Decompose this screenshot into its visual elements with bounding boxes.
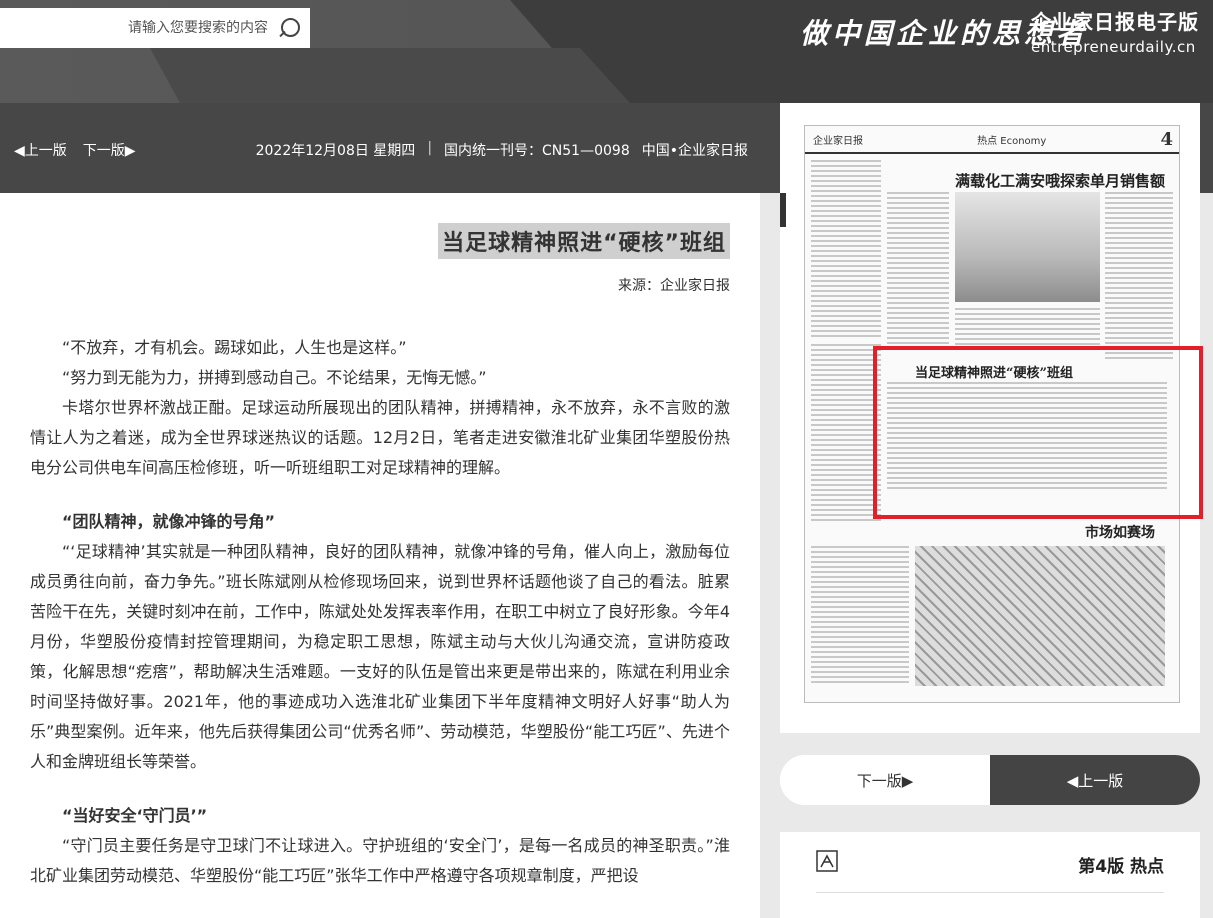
thumb-headline-bottom: 市场如赛场 bbox=[1085, 525, 1155, 541]
thumb-photo-factory bbox=[955, 192, 1100, 302]
article-body: “不放弃，才有机会。踢球如此，人生也是这样。” “努力到无能为力，拼搏到感动自己… bbox=[30, 333, 730, 891]
thumb-text-column bbox=[811, 160, 881, 340]
search-box bbox=[0, 8, 310, 48]
thumb-section-name: 热点 Economy bbox=[977, 135, 1047, 147]
edition-nav: ◀上一版 下一版▶ bbox=[14, 140, 136, 160]
thumb-masthead-title: 企业家日报 bbox=[813, 135, 863, 147]
brand-logo[interactable]: 企业家日报电子版 entrepreneurdaily.cn bbox=[1031, 6, 1199, 56]
article-title: 当足球精神照进“硬核”班组 bbox=[438, 223, 730, 259]
publication-date: 2022年12月08日 星期四 bbox=[255, 143, 416, 159]
search-icon[interactable] bbox=[278, 16, 302, 40]
meta-separator: | bbox=[427, 140, 433, 156]
thumb-page-number: 4 bbox=[1160, 128, 1173, 150]
section-list-card: 第4版 热点 bbox=[780, 832, 1200, 918]
thumb-text-column bbox=[887, 192, 949, 352]
issn-number: 国内统一刊号：CN51—0098 bbox=[444, 143, 630, 159]
section-heading: “当好安全‘守门员’” bbox=[62, 806, 208, 825]
page-pager: 下一版▶ ◀上一版 bbox=[780, 755, 1200, 805]
prev-edition-link[interactable]: ◀上一版 bbox=[14, 140, 67, 160]
article-source: 来源：企业家日报 bbox=[618, 278, 730, 294]
thumb-text-column bbox=[1105, 192, 1173, 362]
thumb-text-column bbox=[811, 344, 881, 524]
article-paragraph: “守门员主要任务是守卫球门不让球进入。守护班组的‘安全门’，是每一名成员的神圣职… bbox=[30, 836, 730, 885]
section-divider bbox=[816, 892, 1164, 893]
current-section-label[interactable]: 第4版 热点 bbox=[1078, 852, 1164, 877]
article-paragraph: “不放弃，才有机会。踢球如此，人生也是这样。” bbox=[62, 338, 407, 357]
next-page-button[interactable]: 下一版▶ bbox=[780, 755, 990, 805]
site-header: 做中国企业的思想者 企业家日报电子版 entrepreneurdaily.cn bbox=[0, 0, 1213, 103]
article-paragraph: “‘足球精神’其实就是一种团队精神，良好的团队精神，就像冲锋的号角，催人向上，激… bbox=[30, 542, 730, 771]
thumb-text-column bbox=[811, 546, 909, 686]
pdf-icon[interactable] bbox=[816, 850, 838, 872]
thumb-photo-workers bbox=[915, 546, 1165, 686]
article-paragraph: “努力到无能为力，拼搏到感动自己。不论结果，无悔无憾。” bbox=[62, 368, 487, 387]
edition-meta: 2022年12月08日 星期四 | 国内统一刊号：CN51—0098 中国•企业… bbox=[256, 140, 748, 160]
article-panel: 当足球精神照进“硬核”班组 来源：企业家日报 “不放弃，才有机会。踢球如此，人生… bbox=[0, 193, 760, 918]
thumb-masthead: 企业家日报 热点 Economy 4 bbox=[805, 126, 1179, 154]
section-heading: “团队精神，就像冲锋的号角” bbox=[62, 512, 276, 531]
search-input[interactable] bbox=[18, 20, 268, 36]
brand-domain: entrepreneurdaily.cn bbox=[1031, 38, 1196, 56]
thumb-side-marker bbox=[780, 193, 786, 227]
publisher-name: 中国•企业家日报 bbox=[641, 143, 748, 159]
prev-page-button[interactable]: ◀上一版 bbox=[990, 755, 1200, 805]
edition-info-bar: ◀上一版 下一版▶ 2022年12月08日 星期四 | 国内统一刊号：CN51—… bbox=[0, 103, 760, 193]
article-paragraph: 卡塔尔世界杯激战正酣。足球运动所展现出的团队精神，拼搏精神，永不放弃，永不言败的… bbox=[30, 398, 730, 477]
header-decoration-2 bbox=[150, 48, 630, 103]
next-edition-link[interactable]: 下一版▶ bbox=[83, 140, 136, 160]
article-title-wrap: 当足球精神照进“硬核”班组 bbox=[438, 223, 730, 259]
thumb-text-column bbox=[955, 308, 1100, 348]
brand-name-cn: 企业家日报电子版 bbox=[1031, 10, 1199, 34]
article-highlight-box[interactable] bbox=[873, 346, 1203, 519]
